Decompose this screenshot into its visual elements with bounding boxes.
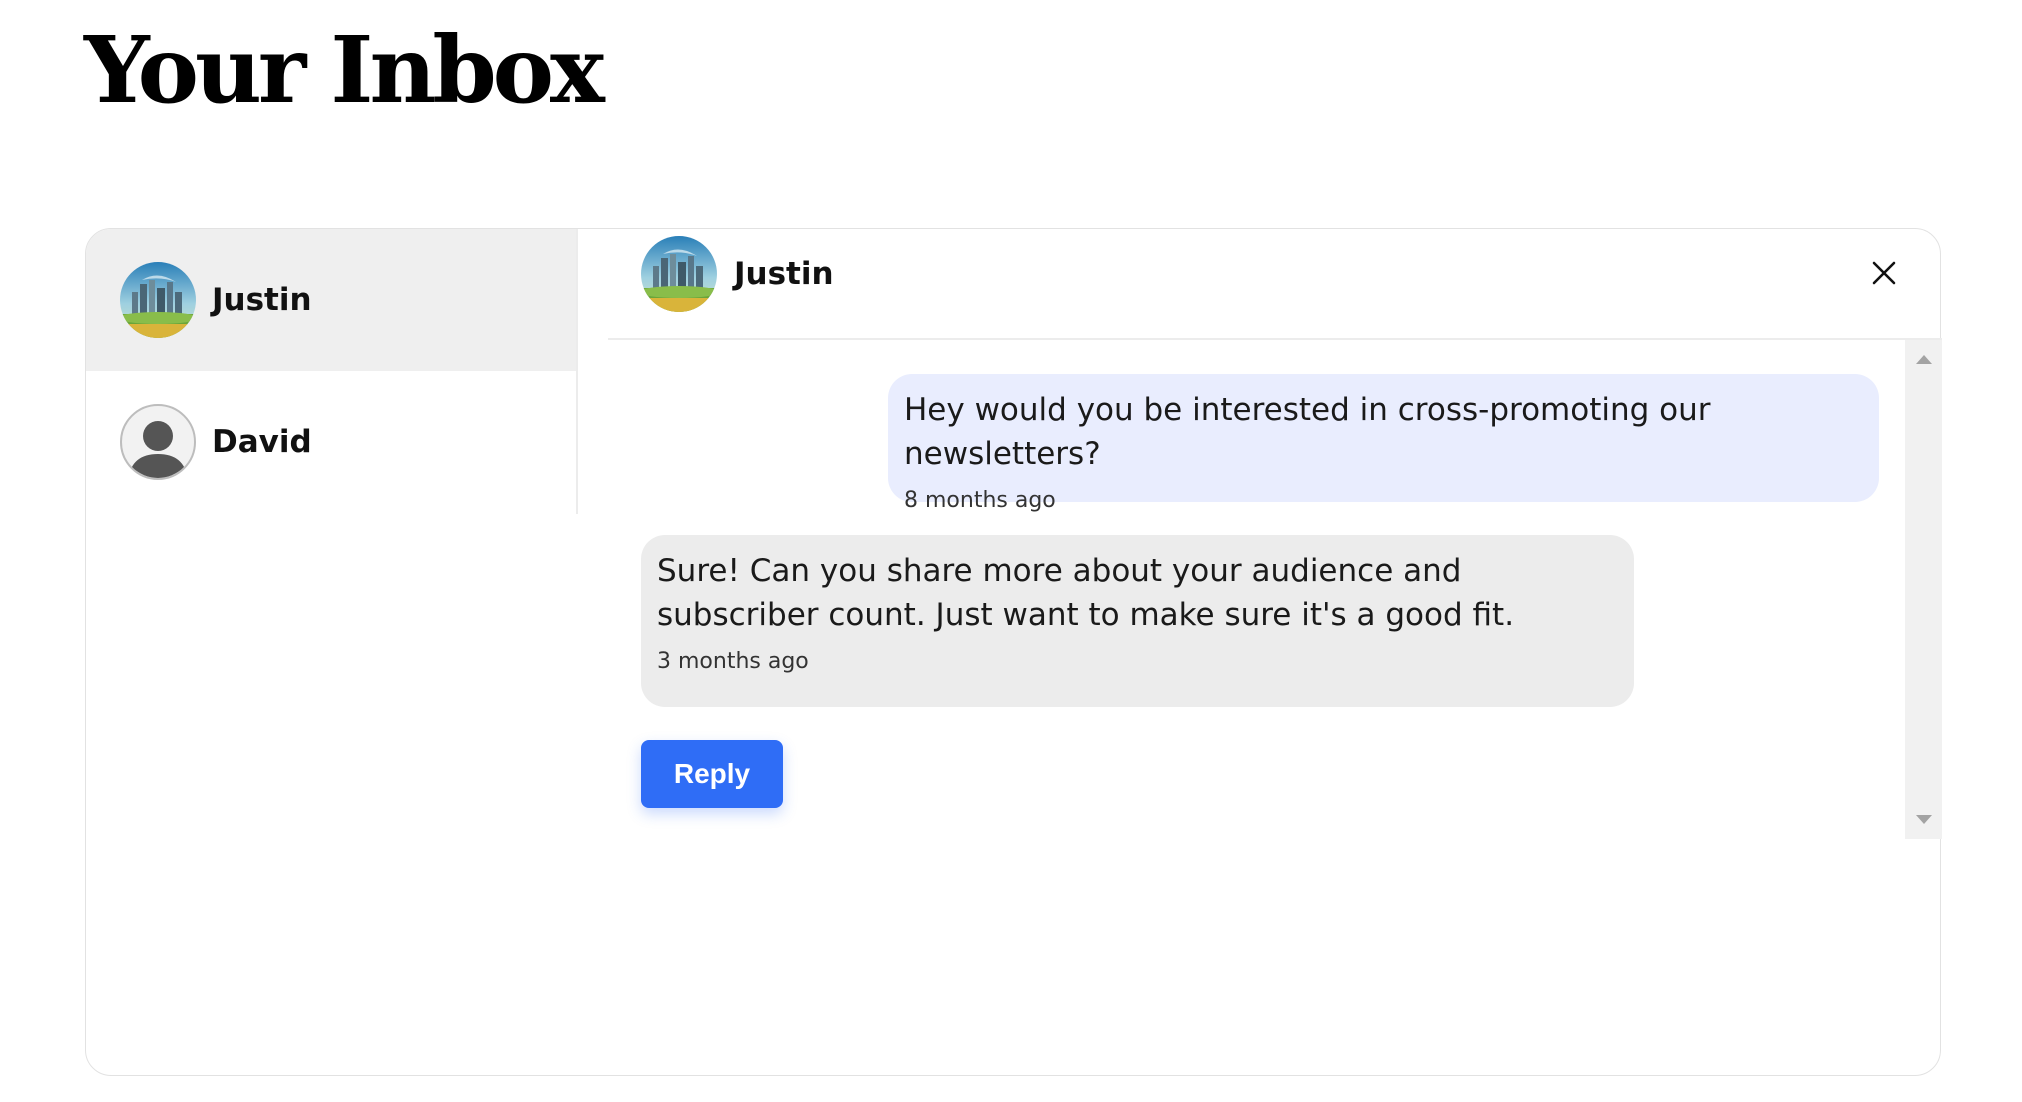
reply-button[interactable]: Reply (641, 740, 783, 808)
message-outgoing: Hey would you be interested in cross-pro… (888, 374, 1879, 513)
scrollbar[interactable] (1905, 340, 1942, 839)
scroll-down-arrow-icon[interactable] (1916, 815, 1932, 824)
landscape-avatar-icon (120, 262, 196, 338)
close-button[interactable] (1864, 253, 1904, 293)
message-list: Hey would you be interested in cross-pro… (608, 340, 1905, 839)
conversation-name: Justin (212, 282, 312, 318)
inbox-panel: Justin David Justin Hey would you be int… (85, 228, 1942, 1076)
close-icon (1872, 261, 1896, 285)
avatar (641, 235, 717, 312)
chat-area: Justin Hey would you be interested in cr… (608, 229, 1942, 839)
page-title: Your Inbox (84, 16, 605, 124)
avatar (120, 404, 196, 480)
avatar (120, 262, 196, 338)
scroll-up-arrow-icon[interactable] (1916, 355, 1932, 364)
message-text: Hey would you be interested in cross-pro… (904, 392, 1711, 472)
message-timestamp: 3 months ago (657, 649, 809, 674)
conversation-name: David (212, 424, 312, 460)
message-text: Sure! Can you share more about your audi… (657, 553, 1515, 633)
landscape-avatar-icon (641, 235, 717, 312)
chat-header: Justin (608, 229, 1942, 340)
chat-contact-name: Justin (734, 255, 834, 292)
message-timestamp: 8 months ago (904, 488, 1056, 513)
conversation-item-justin[interactable]: Justin (86, 229, 576, 371)
conversation-list: Justin David (86, 229, 578, 514)
message-incoming: Sure! Can you share more about your audi… (641, 535, 1634, 707)
conversation-item-david[interactable]: David (86, 371, 576, 513)
user-icon (128, 421, 188, 478)
